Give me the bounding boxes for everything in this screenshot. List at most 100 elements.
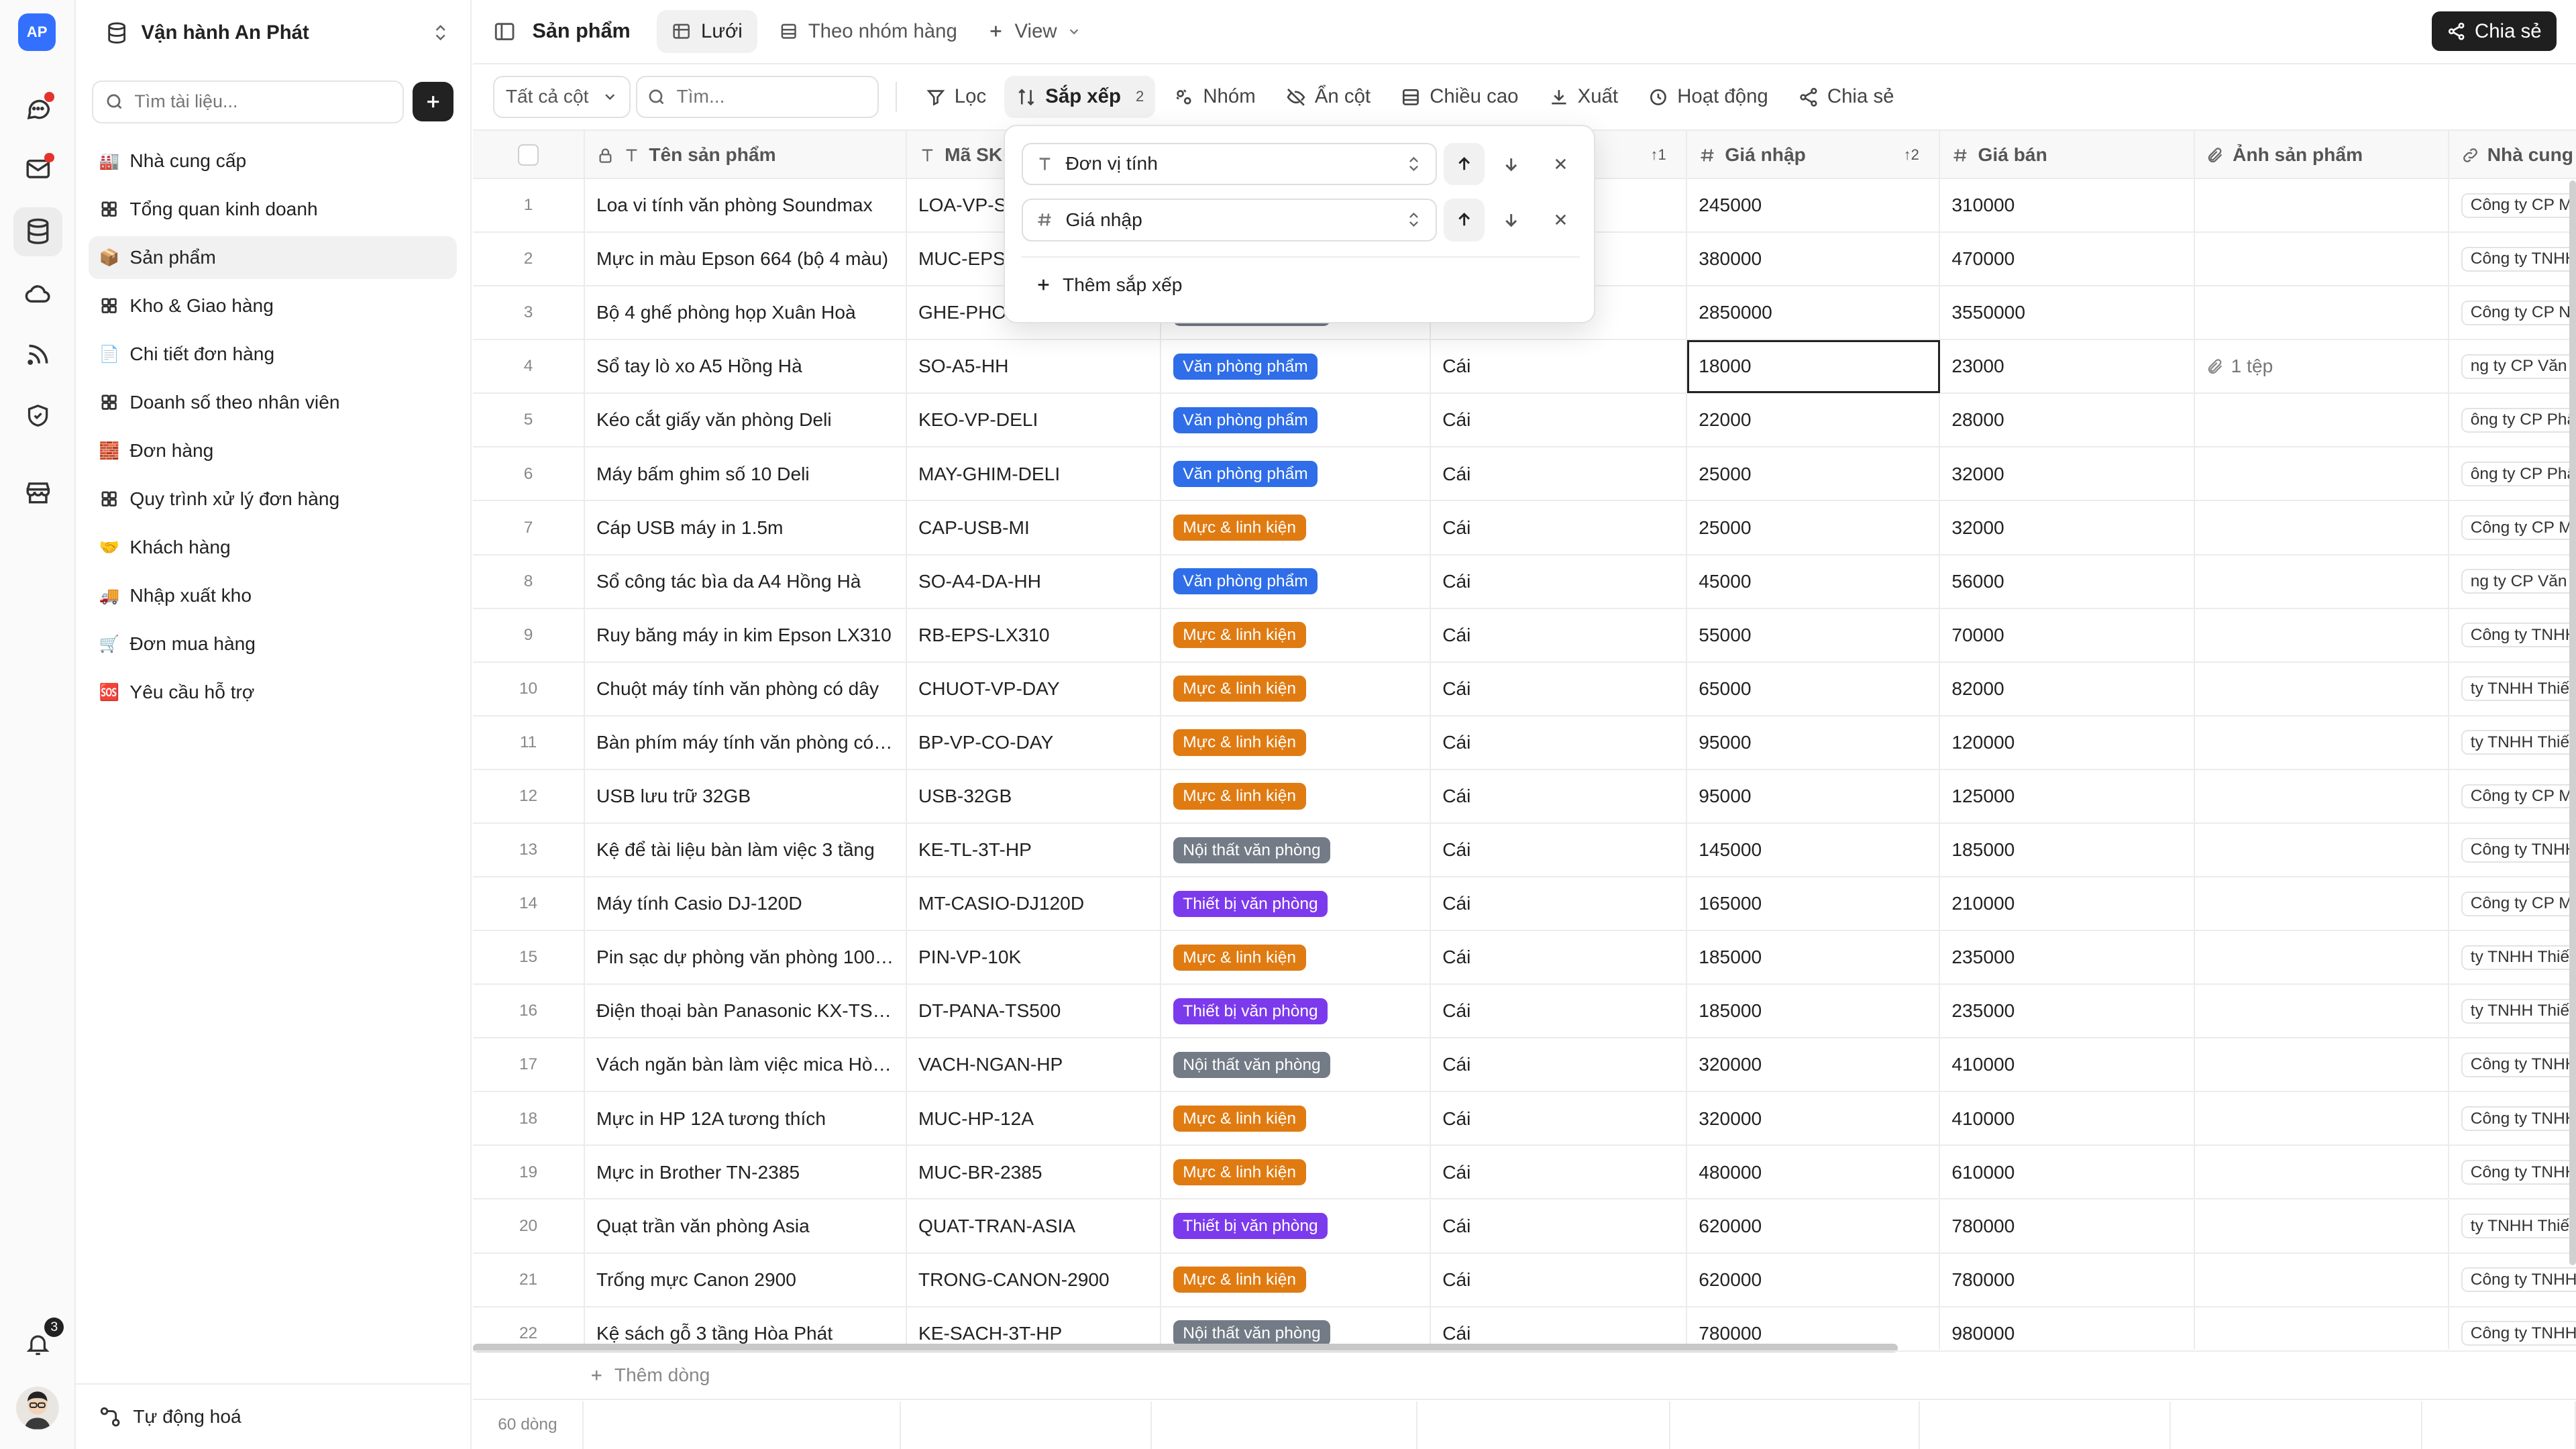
cell-group[interactable]: Mực & linh kiện — [1161, 608, 1432, 661]
cell-cost[interactable]: 18000 — [1687, 340, 1941, 393]
cell-price[interactable]: 780000 — [1940, 1253, 2195, 1306]
cell-sku[interactable]: QUAT-TRAN-ASIA — [907, 1199, 1162, 1252]
add-sort-button[interactable]: Thêm sắp xếp — [1034, 274, 1182, 296]
cell-sku[interactable]: MUC-HP-12A — [907, 1092, 1162, 1145]
sidebar-item-2[interactable]: Tổng quan kinh doanh — [89, 188, 457, 231]
cell-name[interactable]: Ruy băng máy in kim Epson LX310 — [585, 608, 907, 661]
sidebar-item-10[interactable]: 🚚 Nhập xuất kho — [89, 574, 457, 617]
cell-price[interactable]: 120000 — [1940, 716, 2195, 769]
cell-supplier[interactable]: Công ty TNHH — [2449, 1307, 2576, 1349]
cell-unit[interactable]: Cái — [1431, 877, 1688, 930]
cell-name[interactable]: Bộ 4 ghế phòng họp Xuân Hoà — [585, 286, 907, 339]
cell-name[interactable]: USB lưu trữ 32GB — [585, 769, 907, 823]
table-row[interactable]: 12 USB lưu trữ 32GB USB-32GB Mực & linh kiệ… — [473, 769, 2576, 824]
cell-name[interactable]: Điện thoại bàn Panasonic KX-TS500 — [585, 985, 907, 1038]
cell-supplier[interactable]: Công ty CP Máy — [2449, 501, 2576, 553]
cell-supplier[interactable]: Công ty TNHH — [2449, 609, 2576, 661]
cell-name[interactable]: Chuột máy tính văn phòng có dây — [585, 662, 907, 716]
cell-supplier[interactable]: ty TNHH Thiết b — [2449, 716, 2576, 769]
cell-unit[interactable]: Cái — [1431, 931, 1688, 984]
toolbar-action-5[interactable]: Chiều cao — [1389, 76, 1530, 119]
cell-name[interactable]: Bàn phím máy tính văn phòng có dây — [585, 716, 907, 769]
cell-price[interactable]: 610000 — [1940, 1146, 2195, 1199]
mail-icon[interactable] — [21, 152, 54, 186]
cell-unit[interactable]: Cái — [1431, 823, 1688, 877]
sort-field-select[interactable]: Giá nhập — [1021, 198, 1438, 241]
cell-name[interactable]: Mực in HP 12A tương thích — [585, 1092, 907, 1145]
sidebar-item-11[interactable]: 🛒 Đơn mua hàng — [89, 623, 457, 665]
cell-group[interactable]: Thiết bị văn phòng — [1161, 985, 1432, 1038]
cell-supplier[interactable]: Công ty TNHH — [2449, 1146, 2576, 1198]
cell-name[interactable]: Mực in màu Epson 664 (bộ 4 màu) — [585, 233, 907, 286]
cell-unit[interactable]: Cái — [1431, 1038, 1688, 1091]
cell-supplier[interactable]: ty TNHH Thiết b — [2449, 985, 2576, 1037]
toolbar-action-7[interactable]: Hoạt động — [1636, 76, 1780, 119]
shield-icon[interactable] — [21, 399, 54, 432]
cell-cost[interactable]: 55000 — [1687, 608, 1941, 661]
sort-ascending-button[interactable] — [1444, 142, 1485, 186]
cell-sku[interactable]: KEO-VP-DELI — [907, 394, 1162, 447]
cell-sku[interactable]: RB-EPS-LX310 — [907, 608, 1162, 661]
cell-cost[interactable]: 620000 — [1687, 1253, 1941, 1306]
cell-name[interactable]: Quạt trần văn phòng Asia — [585, 1199, 907, 1252]
cell-unit[interactable]: Cái — [1431, 1092, 1688, 1145]
cell-cost[interactable]: 380000 — [1687, 233, 1941, 286]
cell-supplier[interactable]: ty TNHH Thiết b — [2449, 931, 2576, 983]
cell-image[interactable] — [2195, 1092, 2450, 1145]
remove-sort-button[interactable] — [1541, 199, 1580, 241]
cell-group[interactable]: Văn phòng phẩm — [1161, 555, 1432, 608]
cell-unit[interactable]: Cái — [1431, 985, 1688, 1038]
table-row[interactable]: 18 Mực in HP 12A tương thích MUC-HP-12A Mực… — [473, 1092, 2576, 1146]
cell-cost[interactable]: 320000 — [1687, 1038, 1941, 1091]
table-row[interactable]: 20 Quạt trần văn phòng Asia QUAT-TRAN-ASIA… — [473, 1199, 2576, 1254]
cell-image[interactable] — [2195, 555, 2450, 608]
cell-unit[interactable]: Cái — [1431, 662, 1688, 716]
cell-image[interactable] — [2195, 877, 2450, 930]
cell-image[interactable] — [2195, 823, 2450, 877]
sidebar-item-6[interactable]: Doanh số theo nhân viên — [89, 381, 457, 424]
cell-supplier[interactable]: ng ty CP Văn ph — [2449, 555, 2576, 608]
cell-cost[interactable]: 165000 — [1687, 877, 1941, 930]
toolbar-action-4[interactable]: Ẩn cột — [1274, 76, 1383, 119]
cell-sku[interactable]: MAY-GHIM-DELI — [907, 447, 1162, 500]
rss-icon[interactable] — [21, 338, 54, 371]
cell-price[interactable]: 310000 — [1940, 178, 2195, 232]
cell-sku[interactable]: DT-PANA-TS500 — [907, 985, 1162, 1038]
cell-price[interactable]: 82000 — [1940, 662, 2195, 716]
doc-search-input[interactable] — [134, 91, 365, 113]
cell-cost[interactable]: 25000 — [1687, 447, 1941, 500]
cell-group[interactable]: Nội thất văn phòng — [1161, 1307, 1432, 1349]
cell-sku[interactable]: SO-A4-DA-HH — [907, 555, 1162, 608]
database-icon[interactable] — [13, 207, 63, 257]
cell-cost[interactable]: 2850000 — [1687, 286, 1941, 339]
table-row[interactable]: 22 Kệ sách gỗ 3 tầng Hòa Phát KE-SACH-3T-H… — [473, 1307, 2576, 1349]
cell-name[interactable]: Vách ngăn bàn làm việc mica Hòa Phát — [585, 1038, 907, 1091]
cell-image[interactable] — [2195, 985, 2450, 1038]
cell-group[interactable]: Văn phòng phẩm — [1161, 394, 1432, 447]
cell-cost[interactable]: 185000 — [1687, 931, 1941, 984]
cell-cost[interactable]: 22000 — [1687, 394, 1941, 447]
cell-supplier[interactable]: Công ty TNHH — [2449, 1038, 2576, 1091]
add-view-button[interactable]: View — [972, 10, 1097, 53]
cell-name[interactable]: Sổ tay lò xo A5 Hồng Hà — [585, 340, 907, 393]
cell-name[interactable]: Mực in Brother TN-2385 — [585, 1146, 907, 1199]
cell-price[interactable]: 28000 — [1940, 394, 2195, 447]
toolbar-action-2[interactable]: Sắp xếp 2 — [1004, 75, 1156, 119]
cell-cost[interactable]: 780000 — [1687, 1307, 1941, 1349]
share-button[interactable]: Chia sẻ — [2432, 11, 2557, 51]
cell-unit[interactable]: Cái — [1431, 501, 1688, 554]
vertical-scrollbar[interactable] — [2569, 180, 2576, 1265]
cell-cost[interactable]: 25000 — [1687, 501, 1941, 554]
cell-image[interactable]: 1 tệp — [2195, 340, 2450, 393]
table-row[interactable]: 21 Trống mực Canon 2900 TRONG-CANON-2900 Mự… — [473, 1253, 2576, 1307]
table-row[interactable]: 8 Sổ công tác bìa da A4 Hồng Hà SO-A4-DA-H… — [473, 555, 2576, 609]
sidebar-item-1[interactable]: 🏭 Nhà cung cấp — [89, 140, 457, 182]
cell-unit[interactable]: Cái — [1431, 1253, 1688, 1306]
cell-supplier[interactable]: Công ty CP Máy tính — [2449, 179, 2576, 231]
footer-summary-sku[interactable] — [901, 1401, 1152, 1449]
cell-cost[interactable]: 620000 — [1687, 1199, 1941, 1252]
cell-supplier[interactable]: ty TNHH Thiết b — [2449, 663, 2576, 715]
cell-group[interactable]: Văn phòng phẩm — [1161, 447, 1432, 500]
sidebar-item-8[interactable]: Quy trình xử lý đơn hàng — [89, 478, 457, 521]
cell-price[interactable]: 410000 — [1940, 1038, 2195, 1091]
